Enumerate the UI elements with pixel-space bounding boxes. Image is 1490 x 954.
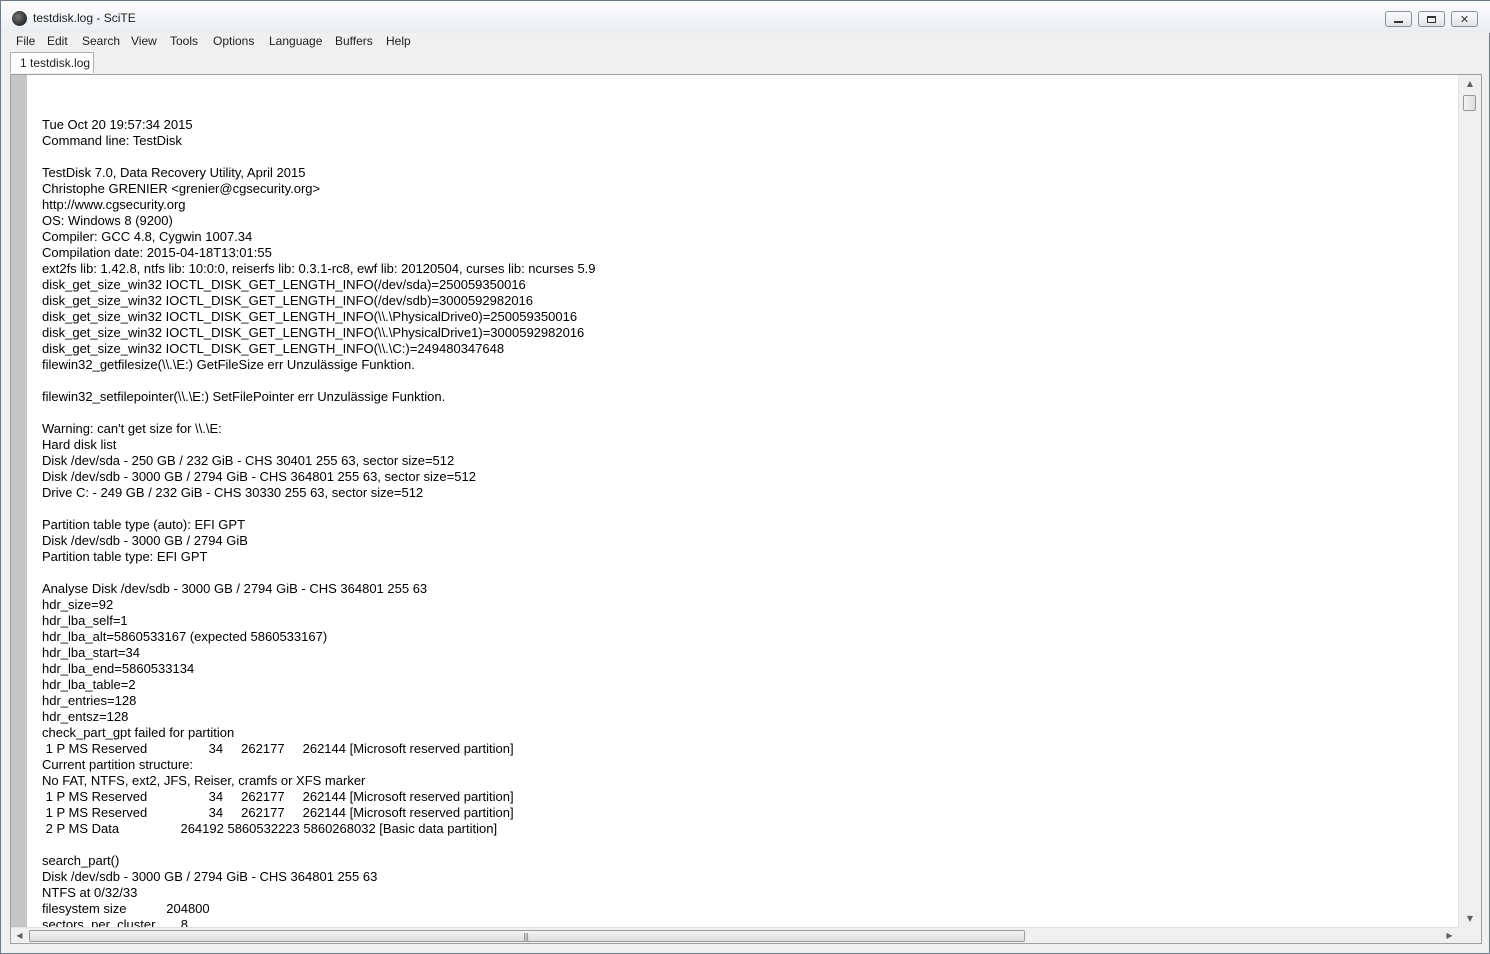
editor-line: 1 P MS Reserved 34 262177 262144 [Micros…: [42, 789, 514, 804]
scroll-left-button[interactable]: ◀: [11, 928, 28, 943]
editor-line: search_part(): [42, 853, 120, 868]
editor-line: sectors_per_cluster 8: [42, 917, 188, 927]
vertical-scrollbar[interactable]: ▲ ▼: [1458, 75, 1481, 927]
editor-line: hdr_lba_alt=5860533167 (expected 5860533…: [42, 629, 328, 644]
tab-testdisk-log[interactable]: 1 testdisk.log: [10, 52, 94, 73]
editor-line: Tue Oct 20 19:57:34 2015: [42, 117, 193, 132]
editor-line: 1 P MS Reserved 34 262177 262144 [Micros…: [42, 741, 514, 756]
menu-file[interactable]: File: [16, 34, 35, 48]
menu-buffers[interactable]: Buffers: [335, 34, 373, 48]
editor-line: Disk /dev/sdb - 3000 GB / 2794 GiB - CHS…: [42, 469, 476, 484]
arrow-right-icon: ▶: [1446, 931, 1453, 940]
arrow-left-icon: ◀: [16, 931, 23, 940]
arrow-down-icon: ▼: [1466, 914, 1474, 923]
editor-line: Disk /dev/sdb - 3000 GB / 2794 GiB - CHS…: [42, 869, 378, 884]
editor-line: No FAT, NTFS, ext2, JFS, Reiser, cramfs …: [42, 773, 366, 788]
editor-line: hdr_entsz=128: [42, 709, 129, 724]
vertical-scroll-thumb[interactable]: [1463, 95, 1476, 111]
editor-content: Tue Oct 20 19:57:34 2015 Command line: Te…: [42, 85, 596, 927]
arrow-up-icon: ▲: [1466, 79, 1474, 88]
maximize-button[interactable]: [1418, 11, 1445, 27]
horizontal-scroll-thumb[interactable]: |||: [29, 930, 1025, 942]
scroll-right-button[interactable]: ▶: [1441, 928, 1458, 943]
editor-line: Compiler: GCC 4.8, Cygwin 1007.34: [42, 229, 253, 244]
maximize-icon: [1427, 15, 1436, 23]
menu-edit[interactable]: Edit: [47, 34, 68, 48]
editor-line: Command line: TestDisk: [42, 133, 182, 148]
editor-line: filewin32_getfilesize(\\.\E:) GetFileSiz…: [42, 357, 415, 372]
title-bar[interactable]: testdisk.log - SciTE ✕: [1, 1, 1490, 33]
editor-line: hdr_lba_start=34: [42, 645, 140, 660]
editor-line: disk_get_size_win32 IOCTL_DISK_GET_LENGT…: [42, 341, 505, 356]
editor-line: disk_get_size_win32 IOCTL_DISK_GET_LENGT…: [42, 293, 534, 308]
editor-frame: Tue Oct 20 19:57:34 2015 Command line: Te…: [10, 74, 1482, 944]
tab-bar: 1 testdisk.log: [1, 51, 1490, 75]
menu-view[interactable]: View: [131, 34, 157, 48]
scite-window: testdisk.log - SciTE ✕ File Edit Search …: [0, 0, 1490, 954]
editor-text-area[interactable]: Tue Oct 20 19:57:34 2015 Command line: Te…: [27, 75, 1459, 927]
editor-line: hdr_lba_self=1: [42, 613, 128, 628]
editor-line: Hard disk list: [42, 437, 117, 452]
scite-icon: [12, 11, 27, 26]
editor-line: hdr_lba_table=2: [42, 677, 136, 692]
editor-line: Partition table type (auto): EFI GPT: [42, 517, 246, 532]
editor-line: Disk /dev/sdb - 3000 GB / 2794 GiB: [42, 533, 248, 548]
menu-search[interactable]: Search: [82, 34, 120, 48]
editor-line: http://www.cgsecurity.org: [42, 197, 186, 212]
editor-line: Compilation date: 2015-04-18T13:01:55: [42, 245, 272, 260]
editor-line: NTFS at 0/32/33: [42, 885, 138, 900]
menu-options[interactable]: Options: [213, 34, 254, 48]
window-title: testdisk.log - SciTE: [33, 11, 136, 25]
editor-line: Christophe GRENIER <grenier@cgsecurity.o…: [42, 181, 321, 196]
editor-line: filewin32_setfilepointer(\\.\E:) SetFile…: [42, 389, 446, 404]
editor-line: OS: Windows 8 (9200): [42, 213, 173, 228]
menu-tools[interactable]: Tools: [170, 34, 198, 48]
scroll-up-button[interactable]: ▲: [1459, 75, 1481, 92]
scroll-down-button[interactable]: ▼: [1459, 910, 1481, 927]
editor-line: disk_get_size_win32 IOCTL_DISK_GET_LENGT…: [42, 277, 526, 292]
scrollbar-corner: [1458, 927, 1481, 943]
editor-line: 2 P MS Data 264192 5860532223 5860268032…: [42, 821, 498, 836]
close-icon: ✕: [1459, 12, 1470, 26]
editor-line: ext2fs lib: 1.42.8, ntfs lib: 10:0:0, re…: [42, 261, 596, 276]
minimize-icon: [1394, 21, 1403, 23]
editor-line: Partition table type: EFI GPT: [42, 549, 208, 564]
editor-line: disk_get_size_win32 IOCTL_DISK_GET_LENGT…: [42, 325, 585, 340]
editor-line: TestDisk 7.0, Data Recovery Utility, Apr…: [42, 165, 306, 180]
editor-line: check_part_gpt failed for partition: [42, 725, 235, 740]
menu-help[interactable]: Help: [386, 34, 411, 48]
line-margin[interactable]: [11, 75, 27, 927]
grip-icon: |||: [523, 932, 529, 941]
editor-line: disk_get_size_win32 IOCTL_DISK_GET_LENGT…: [42, 309, 578, 324]
editor-line: Disk /dev/sda - 250 GB / 232 GiB - CHS 3…: [42, 453, 455, 468]
close-button[interactable]: ✕: [1451, 11, 1478, 27]
editor-line: Current partition structure:: [42, 757, 194, 772]
minimize-button[interactable]: [1385, 11, 1412, 27]
editor-line: 1 P MS Reserved 34 262177 262144 [Micros…: [42, 805, 514, 820]
editor-line: filesystem size 204800: [42, 901, 210, 916]
editor-line: hdr_entries=128: [42, 693, 137, 708]
editor-line: hdr_size=92: [42, 597, 114, 612]
menu-bar: File Edit Search View Tools Options Lang…: [1, 33, 1490, 51]
editor-line: hdr_lba_end=5860533134: [42, 661, 195, 676]
editor-line: Analyse Disk /dev/sdb - 3000 GB / 2794 G…: [42, 581, 428, 596]
editor-line: Warning: can't get size for \\.\E:: [42, 421, 222, 436]
horizontal-scrollbar[interactable]: ◀ ||| ▶: [11, 927, 1458, 943]
menu-language[interactable]: Language: [269, 34, 322, 48]
editor-line: Drive C: - 249 GB / 232 GiB - CHS 30330 …: [42, 485, 424, 500]
